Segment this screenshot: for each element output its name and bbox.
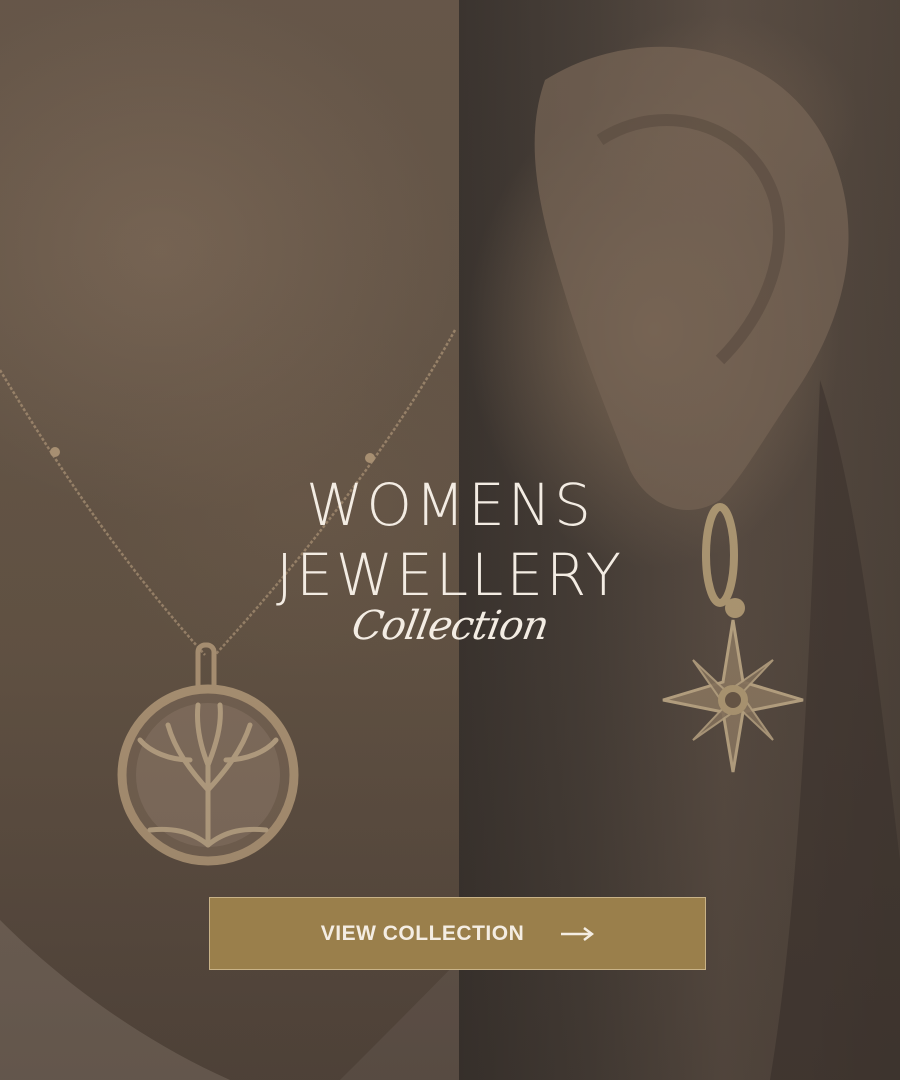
view-collection-button[interactable]: VIEW COLLECTION [209,897,706,970]
title-script-collection: Collection [348,603,552,649]
title-line-womens: WOMENS [306,471,594,539]
hero-banner[interactable]: WOMENS JEWELLERY Collection VIEW COLLECT… [0,0,900,1080]
view-collection-label: VIEW COLLECTION [320,921,525,945]
arrow-right-icon [561,926,595,941]
title-line-jewellery: JEWELLERY [275,541,625,609]
hero-title: WOMENS JEWELLERY Collection [0,470,900,649]
